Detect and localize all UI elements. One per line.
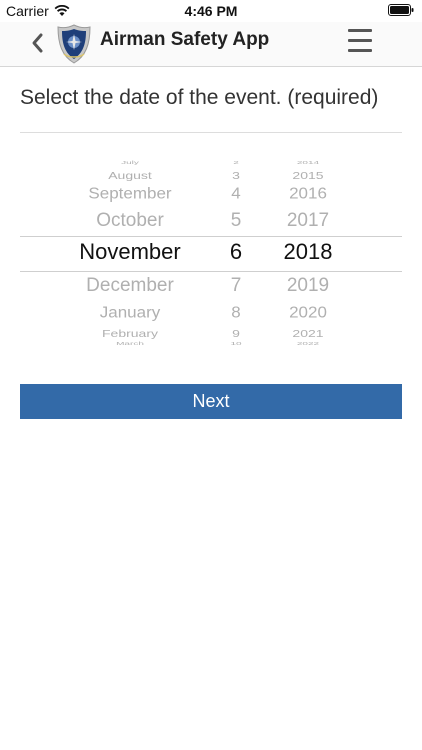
month-option[interactable]: August bbox=[54, 170, 206, 181]
month-option[interactable]: December bbox=[54, 276, 206, 295]
month-option[interactable]: October bbox=[54, 211, 206, 230]
day-option[interactable]: 6 bbox=[216, 241, 256, 263]
year-option[interactable]: 2014 bbox=[268, 161, 348, 166]
year-option[interactable]: 2017 bbox=[268, 211, 348, 230]
month-option[interactable]: January bbox=[54, 305, 206, 320]
month-option[interactable]: February bbox=[54, 328, 206, 339]
battery-icon bbox=[388, 4, 414, 16]
day-option[interactable]: 4 bbox=[216, 186, 256, 201]
year-option[interactable]: 2022 bbox=[268, 342, 348, 346]
day-wheel[interactable]: 2 3 4 5 6 7 8 9 10 bbox=[216, 156, 256, 346]
day-option[interactable]: 8 bbox=[216, 305, 256, 320]
date-picker[interactable]: July August September October November Decemb… bbox=[20, 156, 402, 346]
day-option[interactable]: 7 bbox=[216, 276, 256, 295]
air-force-shield-logo bbox=[57, 24, 91, 64]
month-option[interactable]: November bbox=[54, 241, 206, 263]
chevron-left-icon[interactable] bbox=[28, 30, 48, 56]
day-option[interactable]: 5 bbox=[216, 211, 256, 230]
status-bar: Carrier 4:46 PM bbox=[0, 0, 422, 22]
status-time: 4:46 PM bbox=[184, 3, 238, 19]
month-option[interactable]: September bbox=[54, 186, 206, 201]
prompt-label: Select the date of the event. (required) bbox=[20, 86, 379, 109]
day-option[interactable]: 10 bbox=[216, 342, 256, 346]
year-option[interactable]: 2018 bbox=[268, 241, 348, 263]
app-title: Airman Safety App bbox=[100, 29, 270, 50]
month-wheel[interactable]: July August September October November Decemb… bbox=[54, 156, 206, 346]
day-option[interactable]: 3 bbox=[216, 170, 256, 181]
month-option[interactable]: July bbox=[54, 161, 206, 166]
year-wheel[interactable]: 2014 2015 2016 2017 2018 2019 2020 2021 2022 bbox=[268, 156, 348, 346]
year-option[interactable]: 2019 bbox=[268, 276, 348, 295]
day-option[interactable]: 2 bbox=[216, 161, 256, 166]
next-button[interactable]: Next bbox=[20, 384, 402, 419]
year-option[interactable]: 2016 bbox=[268, 186, 348, 201]
navigation-bar: Airman Safety App bbox=[0, 22, 422, 67]
month-option[interactable]: March bbox=[54, 342, 206, 346]
year-option[interactable]: 2015 bbox=[268, 170, 348, 181]
year-option[interactable]: 2020 bbox=[268, 305, 348, 320]
year-option[interactable]: 2021 bbox=[268, 328, 348, 339]
hamburger-menu-icon[interactable] bbox=[348, 29, 372, 55]
day-option[interactable]: 9 bbox=[216, 328, 256, 339]
selection-line-bottom bbox=[20, 271, 402, 272]
selection-line-top bbox=[20, 236, 402, 237]
divider bbox=[20, 132, 402, 133]
